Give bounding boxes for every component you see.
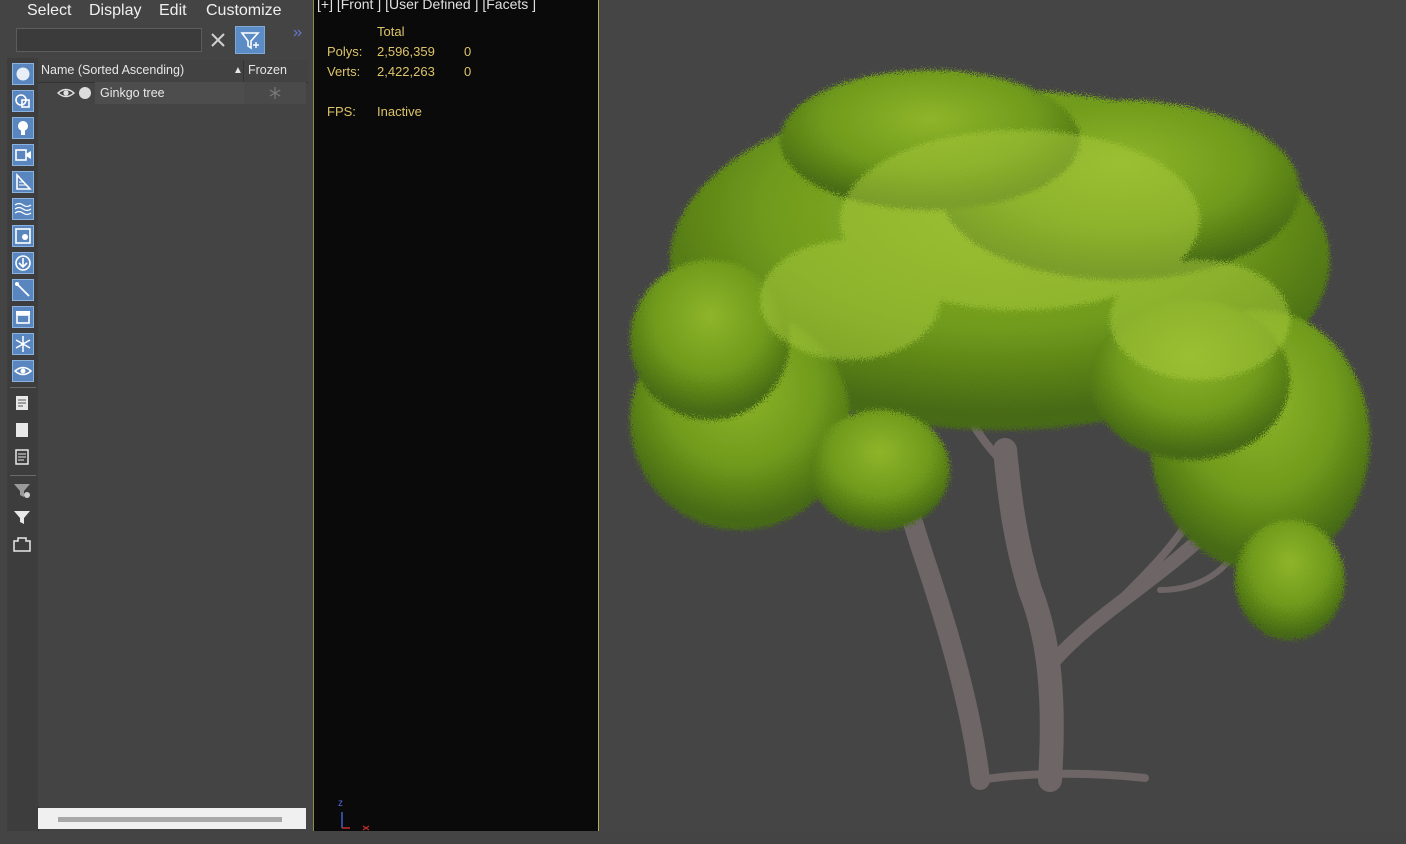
stats-fps-value: Inactive (377, 104, 422, 119)
scene-list: Name (Sorted Ascending) ▲ Frozen Ginkgo … (38, 58, 308, 806)
axis-z-label: z (338, 798, 343, 809)
stats-polys-label: Polys: (327, 44, 363, 59)
groups-icon[interactable] (12, 225, 34, 247)
helpers-icon[interactable] (12, 171, 34, 193)
hidden-icon[interactable] (12, 360, 34, 382)
scene-explorer-panel: Select Display Edit Customize Name (Sort… (0, 0, 310, 831)
scrollbar-thumb[interactable] (58, 817, 282, 822)
ginkgo-tree-render (630, 70, 1370, 792)
stats-verts-label: Verts: (327, 64, 361, 79)
snowflake-icon[interactable] (268, 86, 282, 100)
menu-customize[interactable]: Customize (206, 2, 282, 20)
filter-settings-icon[interactable] (12, 480, 34, 502)
stats-fps-label: FPS: (327, 104, 356, 119)
lights-icon[interactable] (12, 117, 34, 139)
front-viewport[interactable]: [+] [Front ] [User Defined ] [Facets ] T… (313, 0, 599, 831)
object-sphere-icon (79, 87, 91, 99)
stats-polys-selected: 0 (464, 44, 472, 59)
display-filter-strip (7, 58, 39, 831)
frozen-icon[interactable] (12, 333, 34, 355)
list-item[interactable]: Ginkgo tree (38, 82, 308, 104)
eye-icon[interactable] (57, 87, 75, 99)
geometry-icon[interactable] (12, 63, 34, 85)
containers-icon[interactable] (12, 306, 34, 328)
horizontal-scrollbar[interactable] (38, 808, 306, 829)
shapes-icon[interactable] (12, 90, 34, 112)
double-chevron-right-icon (293, 29, 302, 37)
stats-verts-selected: 0 (464, 64, 472, 79)
sort-ascending-icon[interactable]: ▲ (233, 65, 243, 76)
notes-icon[interactable] (12, 447, 34, 469)
perspective-viewport[interactable] (600, 0, 1406, 831)
search-input[interactable] (16, 28, 202, 52)
bones-icon[interactable] (12, 279, 34, 301)
space-warps-icon[interactable] (12, 198, 34, 220)
menu-display[interactable]: Display (89, 2, 141, 20)
menu-edit[interactable]: Edit (159, 2, 187, 20)
menu-bar: Select Display Edit Customize (0, 0, 310, 24)
column-header-frozen[interactable]: Frozen (248, 63, 287, 77)
xrefs-icon[interactable] (12, 252, 34, 274)
strip-divider (10, 387, 36, 388)
stats-polys-total: 2,596,359 (377, 44, 435, 59)
menu-select[interactable]: Select (27, 2, 71, 20)
axis-tripod-icon (341, 812, 370, 831)
stats-verts-total: 2,422,263 (377, 64, 435, 79)
cameras-icon[interactable] (12, 144, 34, 166)
blank-icon[interactable] (12, 420, 34, 442)
filter-icon[interactable] (12, 507, 34, 529)
frozen-cell[interactable] (244, 82, 306, 104)
expand-button[interactable] (292, 26, 304, 42)
layer-icon[interactable] (12, 534, 34, 556)
stats-total-header: Total (377, 24, 405, 39)
clear-search-button[interactable] (206, 28, 230, 52)
document-icon[interactable] (12, 393, 34, 415)
object-name[interactable]: Ginkgo tree (100, 86, 165, 100)
filter-icon (240, 32, 260, 50)
strip-divider (10, 475, 36, 476)
column-header-name[interactable]: Name (Sorted Ascending) (41, 63, 184, 77)
column-divider[interactable] (243, 60, 244, 82)
filter-toggle-button[interactable] (235, 26, 265, 54)
list-header: Name (Sorted Ascending) ▲ Frozen (38, 60, 308, 83)
viewport-label[interactable]: [+] [Front ] [User Defined ] [Facets ] (317, 0, 536, 12)
close-icon (211, 33, 225, 47)
